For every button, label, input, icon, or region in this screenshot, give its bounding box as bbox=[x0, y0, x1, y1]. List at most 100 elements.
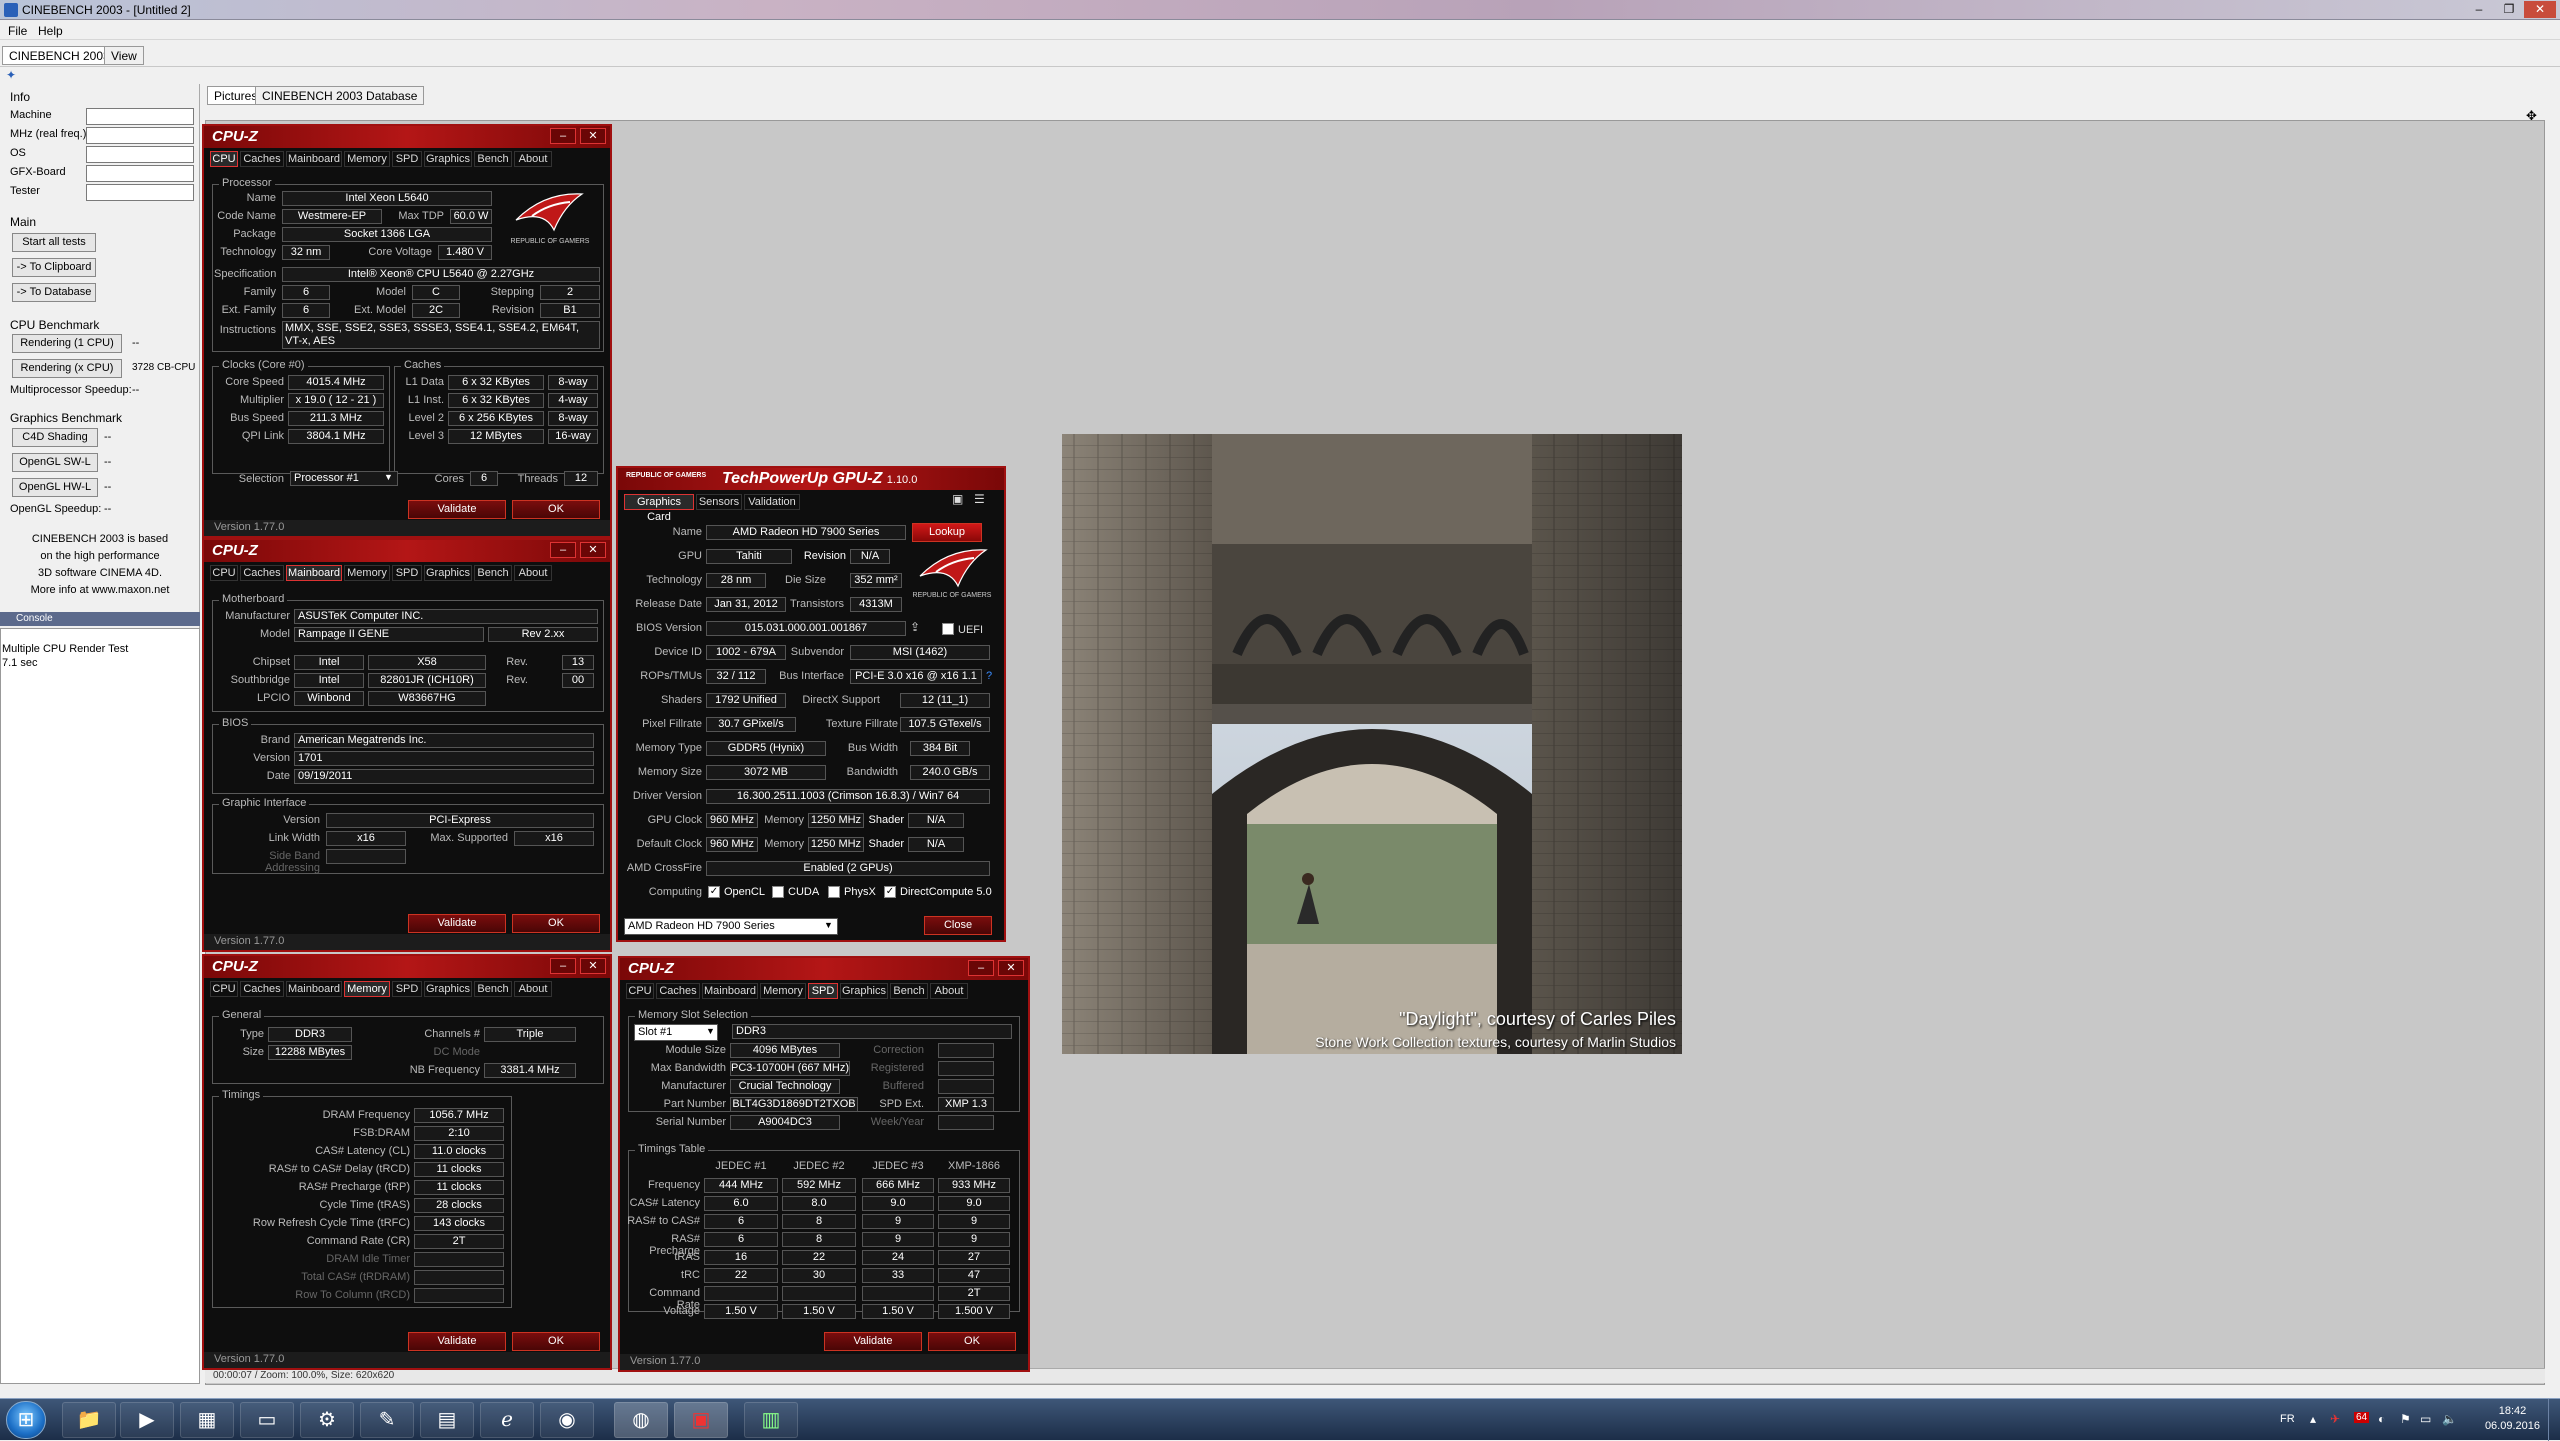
tab-database[interactable]: CINEBENCH 2003 Database bbox=[255, 86, 425, 105]
rendering-1cpu-button[interactable]: Rendering (1 CPU) bbox=[12, 334, 122, 353]
cpuz-tab-caches[interactable]: Caches bbox=[656, 983, 700, 999]
mhz-field[interactable] bbox=[86, 127, 194, 144]
menu-icon[interactable]: ☰ bbox=[974, 492, 985, 506]
taskbar-cinebench[interactable]: ◍ bbox=[614, 1402, 668, 1438]
taskbar-chrome[interactable]: ◉ bbox=[540, 1402, 594, 1438]
validate-button[interactable]: Validate bbox=[408, 500, 506, 519]
cpuz-minimize-button[interactable]: – bbox=[550, 128, 576, 144]
minimize-button[interactable]: – bbox=[2468, 1, 2490, 18]
cpuz-close-button[interactable]: ✕ bbox=[998, 960, 1024, 976]
processor-selection-dropdown[interactable]: Processor #1 bbox=[290, 471, 398, 486]
tab-cinebench[interactable]: CINEBENCH 2003 bbox=[2, 46, 117, 65]
lookup-button[interactable]: Lookup bbox=[912, 523, 982, 542]
cpuz-tab-spd[interactable]: SPD bbox=[392, 151, 422, 167]
taskbar-notepad[interactable]: ▤ bbox=[420, 1402, 474, 1438]
help-icon[interactable]: ? bbox=[986, 670, 992, 682]
msi-afterburner-icon[interactable]: ✈ bbox=[2330, 1412, 2340, 1426]
cpuz-tab-mainboard[interactable]: Mainboard bbox=[286, 151, 342, 167]
gpuz-tab-sensors[interactable]: Sensors bbox=[696, 494, 742, 510]
machine-field[interactable] bbox=[86, 108, 194, 125]
chevron-up-icon[interactable]: ▴ bbox=[2310, 1412, 2316, 1426]
taskbar-ie[interactable]: ℯ bbox=[480, 1402, 534, 1438]
cpuz-tab-memory[interactable]: Memory bbox=[344, 151, 390, 167]
chevron-down-icon[interactable]: ▼ bbox=[706, 1026, 715, 1036]
cpuz-tab-graphics[interactable]: Graphics bbox=[424, 981, 472, 997]
ok-button[interactable]: OK bbox=[928, 1332, 1016, 1351]
taskbar-media-player[interactable]: ▶ bbox=[120, 1402, 174, 1438]
cpuz-close-button[interactable]: ✕ bbox=[580, 128, 606, 144]
cpuz-tab-mainboard[interactable]: Mainboard bbox=[286, 565, 342, 581]
show-desktop-button[interactable] bbox=[2548, 1399, 2560, 1441]
cpuz-tab-spd[interactable]: SPD bbox=[808, 983, 838, 999]
taskbar-cpuz[interactable]: ▣ bbox=[674, 1402, 728, 1438]
cpuz-tab-cpu[interactable]: CPU bbox=[626, 983, 654, 999]
cpuz-minimize-button[interactable]: – bbox=[550, 542, 576, 558]
validate-button[interactable]: Validate bbox=[408, 1332, 506, 1351]
opengl-hwl-button[interactable]: OpenGL HW-L bbox=[12, 478, 98, 497]
ok-button[interactable]: OK bbox=[512, 1332, 600, 1351]
c4d-shading-button[interactable]: C4D Shading bbox=[12, 428, 98, 447]
cpuz-tab-cpu[interactable]: CPU bbox=[210, 151, 238, 167]
validate-button[interactable]: Validate bbox=[824, 1332, 922, 1351]
start-all-tests-button[interactable]: Start all tests bbox=[12, 233, 96, 252]
cpuz-tab-about[interactable]: About bbox=[930, 983, 968, 999]
close-button[interactable]: ✕ bbox=[2524, 1, 2556, 18]
taskbar-app-3[interactable]: ▦ bbox=[180, 1402, 234, 1438]
cpuz-tab-caches[interactable]: Caches bbox=[240, 565, 284, 581]
taskbar-cmd[interactable]: ▭ bbox=[240, 1402, 294, 1438]
share-icon[interactable]: ⇪ bbox=[910, 620, 920, 634]
taskbar-app-5[interactable]: ⚙ bbox=[300, 1402, 354, 1438]
to-clipboard-button[interactable]: -> To Clipboard bbox=[12, 258, 96, 277]
cpuz-tab-caches[interactable]: Caches bbox=[240, 151, 284, 167]
taskbar-gpuz[interactable]: ▥ bbox=[744, 1402, 798, 1438]
gpu-select-dropdown[interactable]: AMD Radeon HD 7900 Series bbox=[624, 918, 838, 935]
cpuz-tab-about[interactable]: About bbox=[514, 151, 552, 167]
chevron-down-icon[interactable]: ▼ bbox=[384, 472, 393, 482]
cpuz-tab-bench[interactable]: Bench bbox=[474, 565, 512, 581]
cpuz-tab-graphics[interactable]: Graphics bbox=[424, 151, 472, 167]
os-field[interactable] bbox=[86, 146, 194, 163]
taskbar-app-6[interactable]: ✎ bbox=[360, 1402, 414, 1438]
cpuz-tab-spd[interactable]: SPD bbox=[392, 981, 422, 997]
tray-badge[interactable]: 64 bbox=[2354, 1412, 2370, 1423]
rendering-xcpu-button[interactable]: Rendering (x CPU) bbox=[12, 359, 122, 378]
cpuz-tab-mainboard[interactable]: Mainboard bbox=[702, 983, 758, 999]
cpuz-close-button[interactable]: ✕ bbox=[580, 542, 606, 558]
screenshot-icon[interactable]: ▣ bbox=[952, 492, 963, 506]
tester-field[interactable] bbox=[86, 184, 194, 201]
opengl-swl-button[interactable]: OpenGL SW-L bbox=[12, 453, 98, 472]
cpuz-tab-mainboard[interactable]: Mainboard bbox=[286, 981, 342, 997]
cpuz-tab-memory[interactable]: Memory bbox=[344, 565, 390, 581]
menu-help[interactable]: Help bbox=[38, 24, 63, 38]
cpuz-tab-bench[interactable]: Bench bbox=[890, 983, 928, 999]
cpuz-tab-graphics[interactable]: Graphics bbox=[840, 983, 888, 999]
cpuz-close-button[interactable]: ✕ bbox=[580, 958, 606, 974]
ok-button[interactable]: OK bbox=[512, 914, 600, 933]
cpuz-tab-memory[interactable]: Memory bbox=[760, 983, 806, 999]
start-button[interactable]: ⊞ bbox=[6, 1401, 46, 1439]
cpuz-tab-graphics[interactable]: Graphics bbox=[424, 565, 472, 581]
network-icon[interactable]: ▭ bbox=[2420, 1412, 2431, 1426]
gfx-board-field[interactable] bbox=[86, 165, 194, 182]
speaker-icon[interactable]: 🔈 bbox=[2442, 1412, 2457, 1426]
gpuz-tab-validation[interactable]: Validation bbox=[744, 494, 800, 510]
cpuz-tab-about[interactable]: About bbox=[514, 981, 552, 997]
flag-icon[interactable]: ⚑ bbox=[2400, 1412, 2411, 1426]
gpuz-tab-graphics-card[interactable]: Graphics Card bbox=[624, 494, 694, 523]
validate-button[interactable]: Validate bbox=[408, 914, 506, 933]
cpuz-tab-memory[interactable]: Memory bbox=[344, 981, 390, 997]
cpuz-tab-spd[interactable]: SPD bbox=[392, 565, 422, 581]
to-database-button[interactable]: -> To Database bbox=[12, 283, 96, 302]
clock[interactable]: 18:42 06.09.2016 bbox=[2485, 1404, 2540, 1434]
cpuz-tab-bench[interactable]: Bench bbox=[474, 151, 512, 167]
chevron-down-icon[interactable]: ▼ bbox=[824, 920, 833, 930]
pin-icon[interactable]: ✦ bbox=[6, 68, 16, 82]
cpuz-minimize-button[interactable]: – bbox=[968, 960, 994, 976]
menu-file[interactable]: File bbox=[8, 24, 27, 38]
close-button[interactable]: Close bbox=[924, 916, 992, 935]
cpuz-tab-cpu[interactable]: CPU bbox=[210, 981, 238, 997]
cpuz-minimize-button[interactable]: – bbox=[550, 958, 576, 974]
maximize-button[interactable]: ❐ bbox=[2498, 1, 2520, 18]
language-indicator[interactable]: FR bbox=[2280, 1413, 2295, 1425]
cpuz-tab-bench[interactable]: Bench bbox=[474, 981, 512, 997]
